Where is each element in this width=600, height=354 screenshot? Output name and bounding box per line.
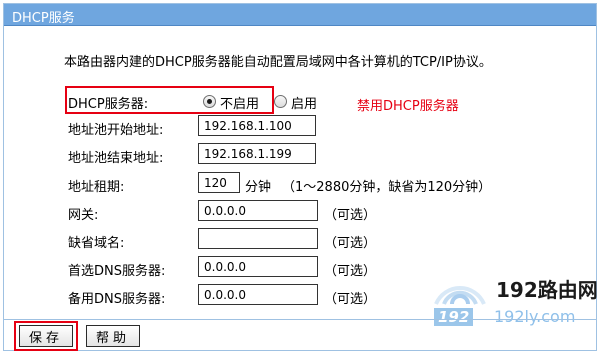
- pool-start-input[interactable]: [198, 115, 316, 136]
- radio-disable-label: 不启用: [220, 97, 260, 112]
- save-button[interactable]: 保存: [19, 325, 73, 347]
- secondary-dns-label: 备用DNS服务器:: [68, 292, 166, 307]
- panel-title-bar: DHCP服务: [4, 4, 596, 26]
- gateway-hint: （可选）: [324, 208, 377, 223]
- watermark-badge: 192: [434, 308, 474, 326]
- lease-hint: （1～2880分钟，缺省为120分钟）: [282, 180, 492, 195]
- pool-end-input[interactable]: [198, 143, 316, 164]
- site-watermark: 192路由网 192 192ly.com: [424, 274, 600, 334]
- primary-dns-label: 首选DNS服务器:: [68, 264, 166, 279]
- wifi-icon: [434, 286, 486, 305]
- description-text: 本路由器内建的DHCP服务器能自动配置局域网中各计算机的TCP/IP协议。: [64, 55, 492, 70]
- watermark-domain: 192ly.com: [494, 307, 576, 326]
- gateway-input[interactable]: [198, 200, 318, 221]
- watermark-brand: 192路由网: [496, 278, 598, 302]
- secondary-dns-input[interactable]: [198, 284, 318, 305]
- lease-input[interactable]: [198, 172, 240, 193]
- domain-hint: （可选）: [324, 236, 377, 251]
- pool-end-label: 地址池结束地址:: [68, 151, 164, 166]
- dhcp-server-label: DHCP服务器:: [68, 97, 149, 112]
- primary-dns-input[interactable]: [198, 256, 318, 277]
- panel-title: DHCP服务: [12, 11, 75, 26]
- domain-label: 缺省域名:: [68, 236, 125, 251]
- pool-start-label: 地址池开始地址:: [68, 123, 164, 138]
- disable-dhcp-annotation: 禁用DHCP服务器: [357, 99, 459, 114]
- lease-label: 地址租期:: [68, 180, 125, 195]
- lease-unit: 分钟: [245, 180, 272, 195]
- help-button[interactable]: 帮助: [86, 325, 140, 347]
- radio-disable[interactable]: [203, 95, 216, 108]
- domain-input[interactable]: [198, 228, 318, 249]
- footer-divider: [4, 319, 596, 320]
- dhcp-panel: DHCP服务 本路由器内建的DHCP服务器能自动配置局域网中各计算机的TCP/I…: [3, 3, 600, 351]
- secondary-dns-hint: （可选）: [324, 292, 377, 307]
- radio-enable-label: 启用: [291, 97, 318, 112]
- gateway-label: 网关:: [68, 208, 99, 223]
- primary-dns-hint: （可选）: [324, 264, 377, 279]
- radio-enable[interactable]: [274, 95, 287, 108]
